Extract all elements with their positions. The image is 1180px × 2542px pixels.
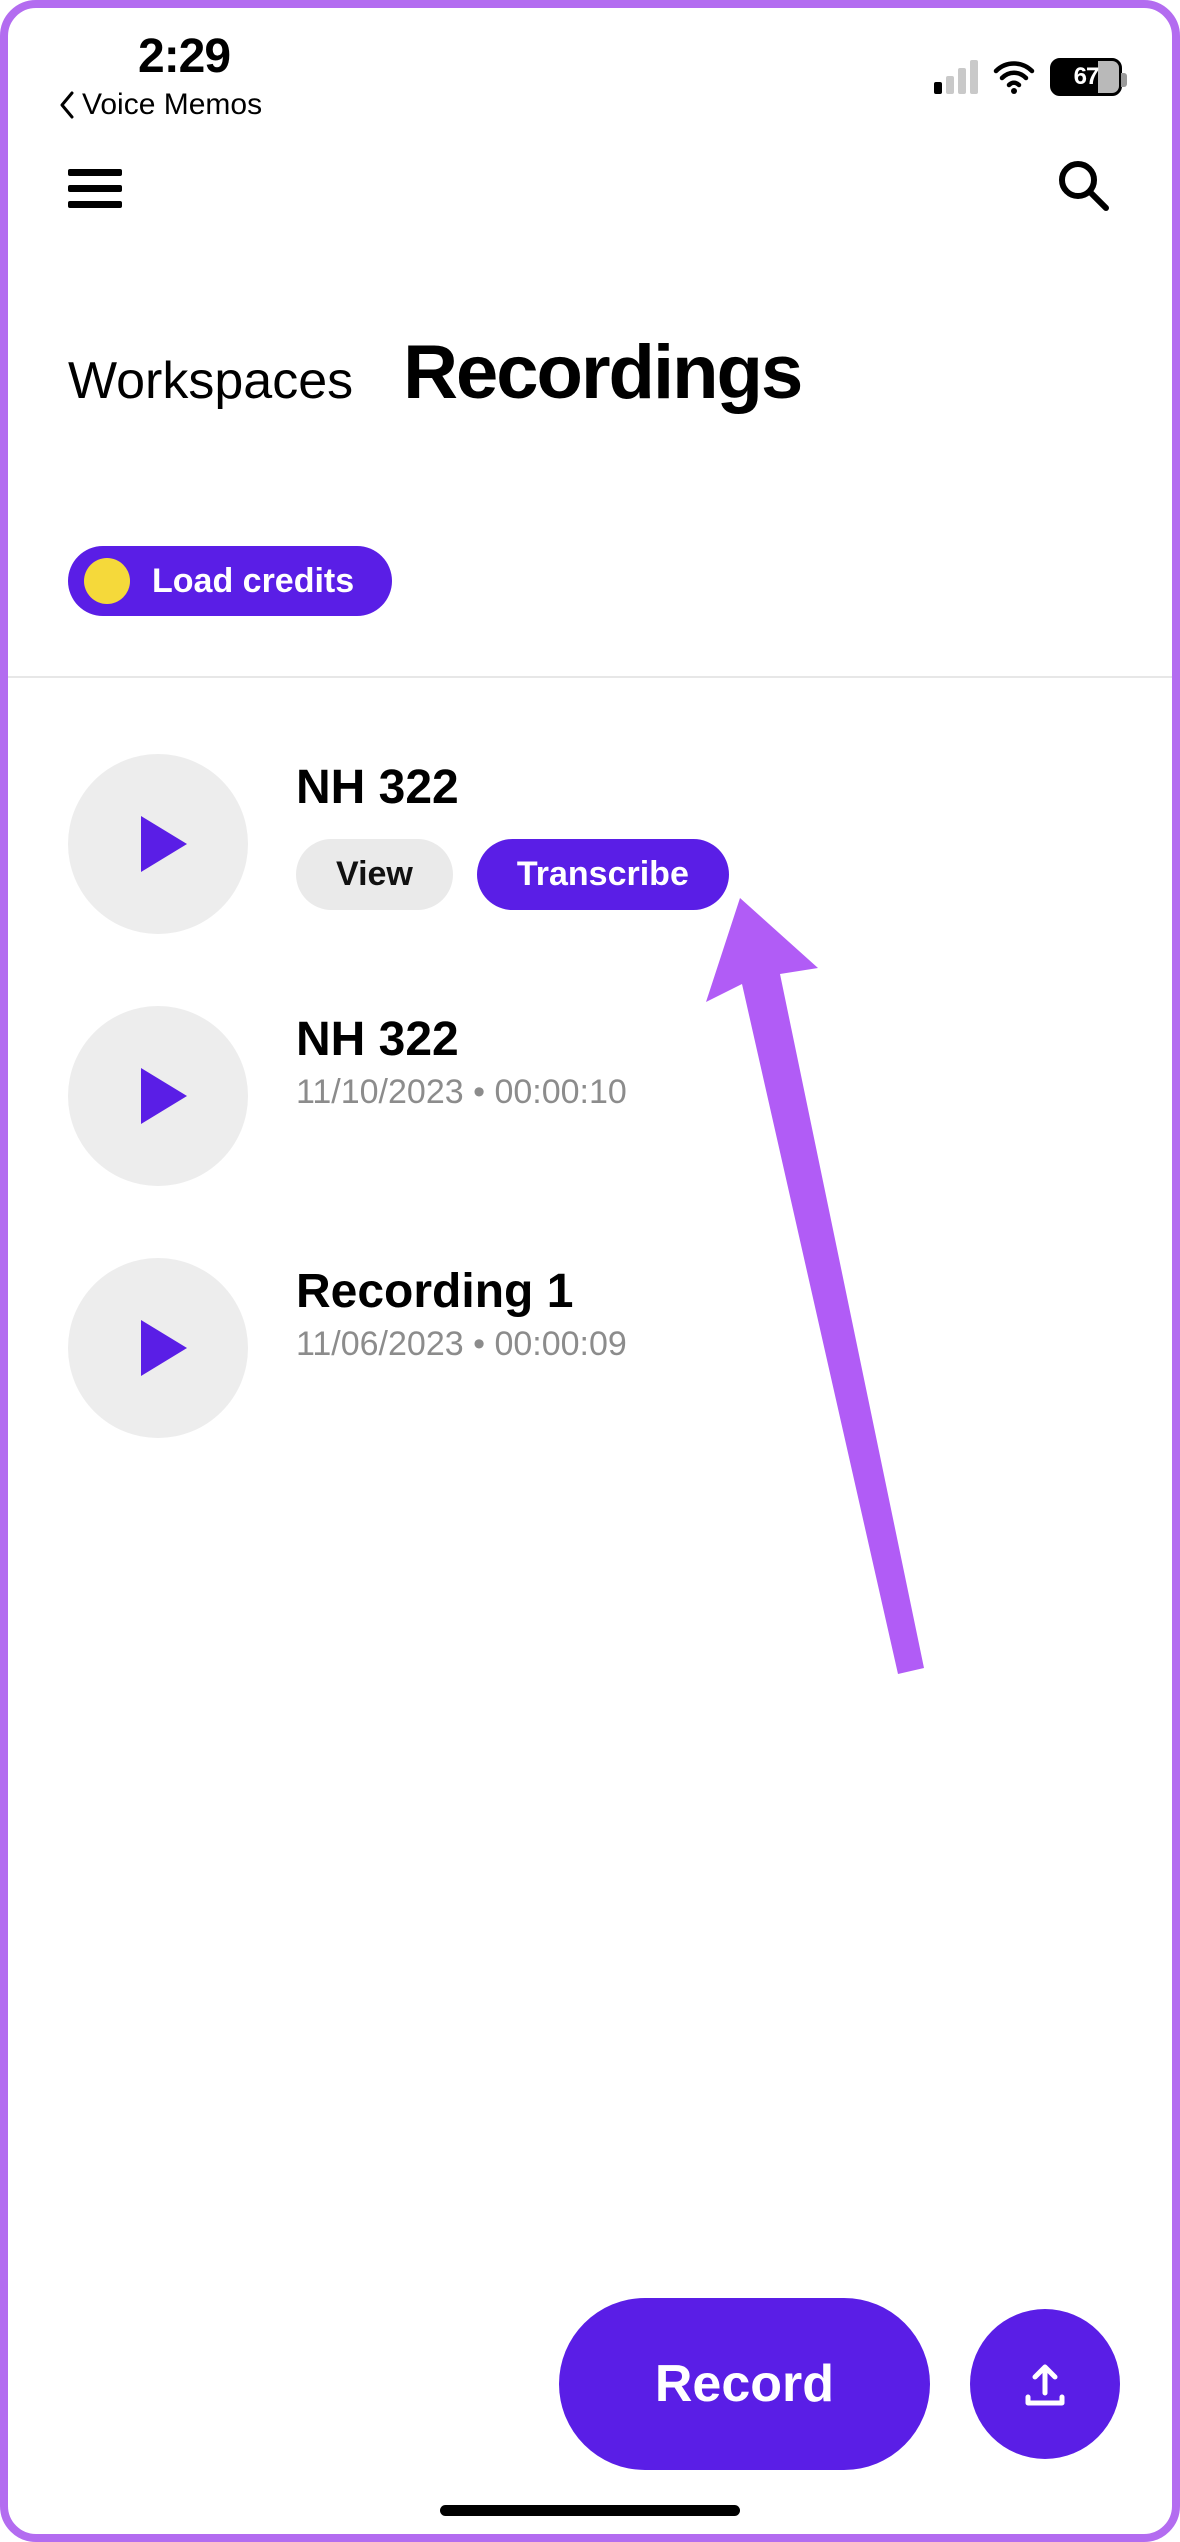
bottom-bar: Record bbox=[8, 2298, 1172, 2470]
breadcrumb[interactable]: Workspaces bbox=[68, 351, 353, 411]
recording-title: Recording 1 bbox=[296, 1264, 627, 1319]
recording-body: NH 322 View Transcribe bbox=[296, 754, 729, 910]
status-right: 67 bbox=[934, 51, 1122, 99]
coin-icon bbox=[84, 558, 130, 604]
device-frame: 2:29 Voice Memos 67 bbox=[0, 0, 1180, 2542]
load-credits-button[interactable]: Load credits bbox=[68, 546, 392, 616]
upload-button[interactable] bbox=[970, 2309, 1120, 2459]
search-button[interactable] bbox=[1056, 158, 1112, 219]
recording-list: NH 322 View Transcribe NH 322 11/10/2023… bbox=[8, 678, 1172, 1486]
status-bar: 2:29 Voice Memos 67 bbox=[8, 8, 1172, 118]
load-credits-label: Load credits bbox=[152, 562, 354, 601]
play-icon bbox=[141, 1068, 187, 1124]
upload-icon bbox=[1018, 2357, 1072, 2411]
recording-meta: 11/10/2023 • 00:00:10 bbox=[296, 1067, 627, 1112]
recording-title: NH 322 bbox=[296, 760, 729, 815]
menu-button[interactable] bbox=[68, 169, 122, 208]
battery-percent: 67 bbox=[1074, 63, 1099, 91]
recording-body: Recording 1 11/06/2023 • 00:00:09 bbox=[296, 1258, 627, 1364]
back-to-app-button[interactable]: Voice Memos bbox=[58, 84, 262, 122]
recording-actions: View Transcribe bbox=[296, 815, 729, 910]
back-caret-icon bbox=[58, 91, 76, 119]
app-header bbox=[8, 118, 1172, 219]
transcribe-button[interactable]: Transcribe bbox=[477, 839, 729, 910]
recording-title: NH 322 bbox=[296, 1012, 627, 1067]
play-icon bbox=[141, 1320, 187, 1376]
search-icon bbox=[1056, 158, 1112, 214]
battery-indicator: 67 bbox=[1050, 58, 1122, 96]
recording-item[interactable]: NH 322 11/10/2023 • 00:00:10 bbox=[68, 982, 1112, 1234]
record-button[interactable]: Record bbox=[559, 2298, 930, 2470]
recording-item[interactable]: NH 322 View Transcribe bbox=[68, 730, 1112, 982]
play-button[interactable] bbox=[68, 754, 248, 934]
cellular-signal-icon bbox=[934, 60, 978, 94]
play-button[interactable] bbox=[68, 1006, 248, 1186]
page-title: Recordings bbox=[403, 329, 801, 416]
view-button[interactable]: View bbox=[296, 839, 453, 910]
credits-section: Load credits bbox=[8, 416, 1172, 676]
status-left: 2:29 Voice Memos bbox=[58, 29, 262, 122]
recording-body: NH 322 11/10/2023 • 00:00:10 bbox=[296, 1006, 627, 1112]
recording-meta: 11/06/2023 • 00:00:09 bbox=[296, 1319, 627, 1364]
recording-item[interactable]: Recording 1 11/06/2023 • 00:00:09 bbox=[68, 1234, 1112, 1486]
title-row: Workspaces Recordings bbox=[8, 219, 1172, 416]
status-time: 2:29 bbox=[58, 29, 230, 84]
wifi-icon bbox=[992, 55, 1036, 99]
back-to-app-label: Voice Memos bbox=[82, 88, 262, 122]
play-icon bbox=[141, 816, 187, 872]
play-button[interactable] bbox=[68, 1258, 248, 1438]
home-indicator[interactable] bbox=[440, 2505, 740, 2516]
